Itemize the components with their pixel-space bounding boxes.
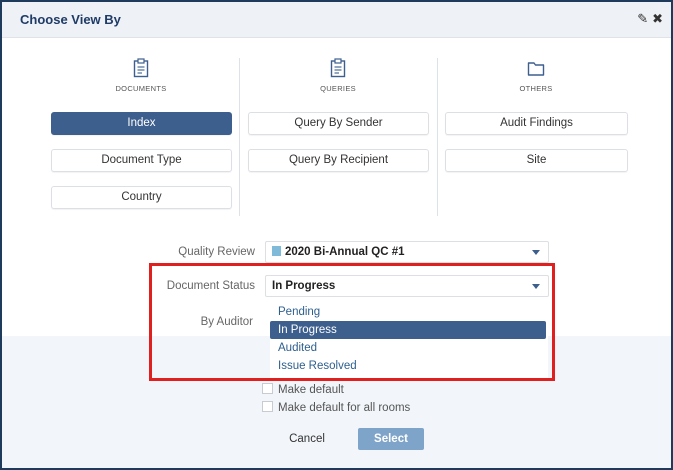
country-button[interactable]: Country (51, 186, 232, 209)
column-label-documents: DOCUMENTS (115, 84, 167, 93)
make-default-all-checkbox[interactable] (262, 401, 273, 412)
close-icon[interactable]: ✖ (652, 11, 663, 26)
document-type-button[interactable]: Document Type (51, 149, 232, 172)
quality-review-label: Quality Review (178, 246, 255, 258)
make-default-label: Make default (278, 384, 344, 396)
column-label-queries: QUERIES (320, 84, 356, 93)
query-by-recipient-button[interactable]: Query By Recipient (248, 149, 429, 172)
column-divider (437, 58, 438, 216)
query-by-sender-button[interactable]: Query By Sender (248, 112, 429, 135)
queries-column-header: QUERIES (243, 58, 433, 93)
dialog-header: Choose View By ✎ ✖ (2, 2, 671, 38)
chevron-down-icon (532, 250, 540, 255)
cancel-button[interactable]: Cancel (279, 428, 335, 450)
index-button[interactable]: Index (51, 112, 232, 135)
make-default-all-label: Make default for all rooms (278, 402, 411, 414)
review-icon (272, 246, 281, 256)
folder-icon (527, 62, 545, 76)
query-clipboard-icon (330, 58, 346, 78)
select-button[interactable]: Select (358, 428, 424, 450)
quality-review-select[interactable]: 2020 Bi-Annual QC #1 (265, 241, 549, 263)
pencil-icon[interactable]: ✎ (637, 11, 648, 26)
header-icons: ✎ ✖ (633, 11, 663, 27)
others-column-header: OTHERS (441, 58, 631, 93)
documents-column-header: DOCUMENTS (46, 58, 236, 93)
make-default-checkbox[interactable] (262, 383, 273, 394)
document-clipboard-icon (133, 58, 149, 78)
site-button[interactable]: Site (445, 149, 628, 172)
column-divider (239, 58, 240, 216)
audit-findings-button[interactable]: Audit Findings (445, 112, 628, 135)
make-default-all-row[interactable]: Make default for all rooms (262, 401, 410, 414)
make-default-row[interactable]: Make default (262, 383, 344, 396)
dialog-title: Choose View By (20, 12, 121, 27)
quality-review-value: 2020 Bi-Annual QC #1 (285, 246, 405, 258)
column-label-others: OTHERS (519, 84, 553, 93)
highlight-box (149, 263, 555, 381)
